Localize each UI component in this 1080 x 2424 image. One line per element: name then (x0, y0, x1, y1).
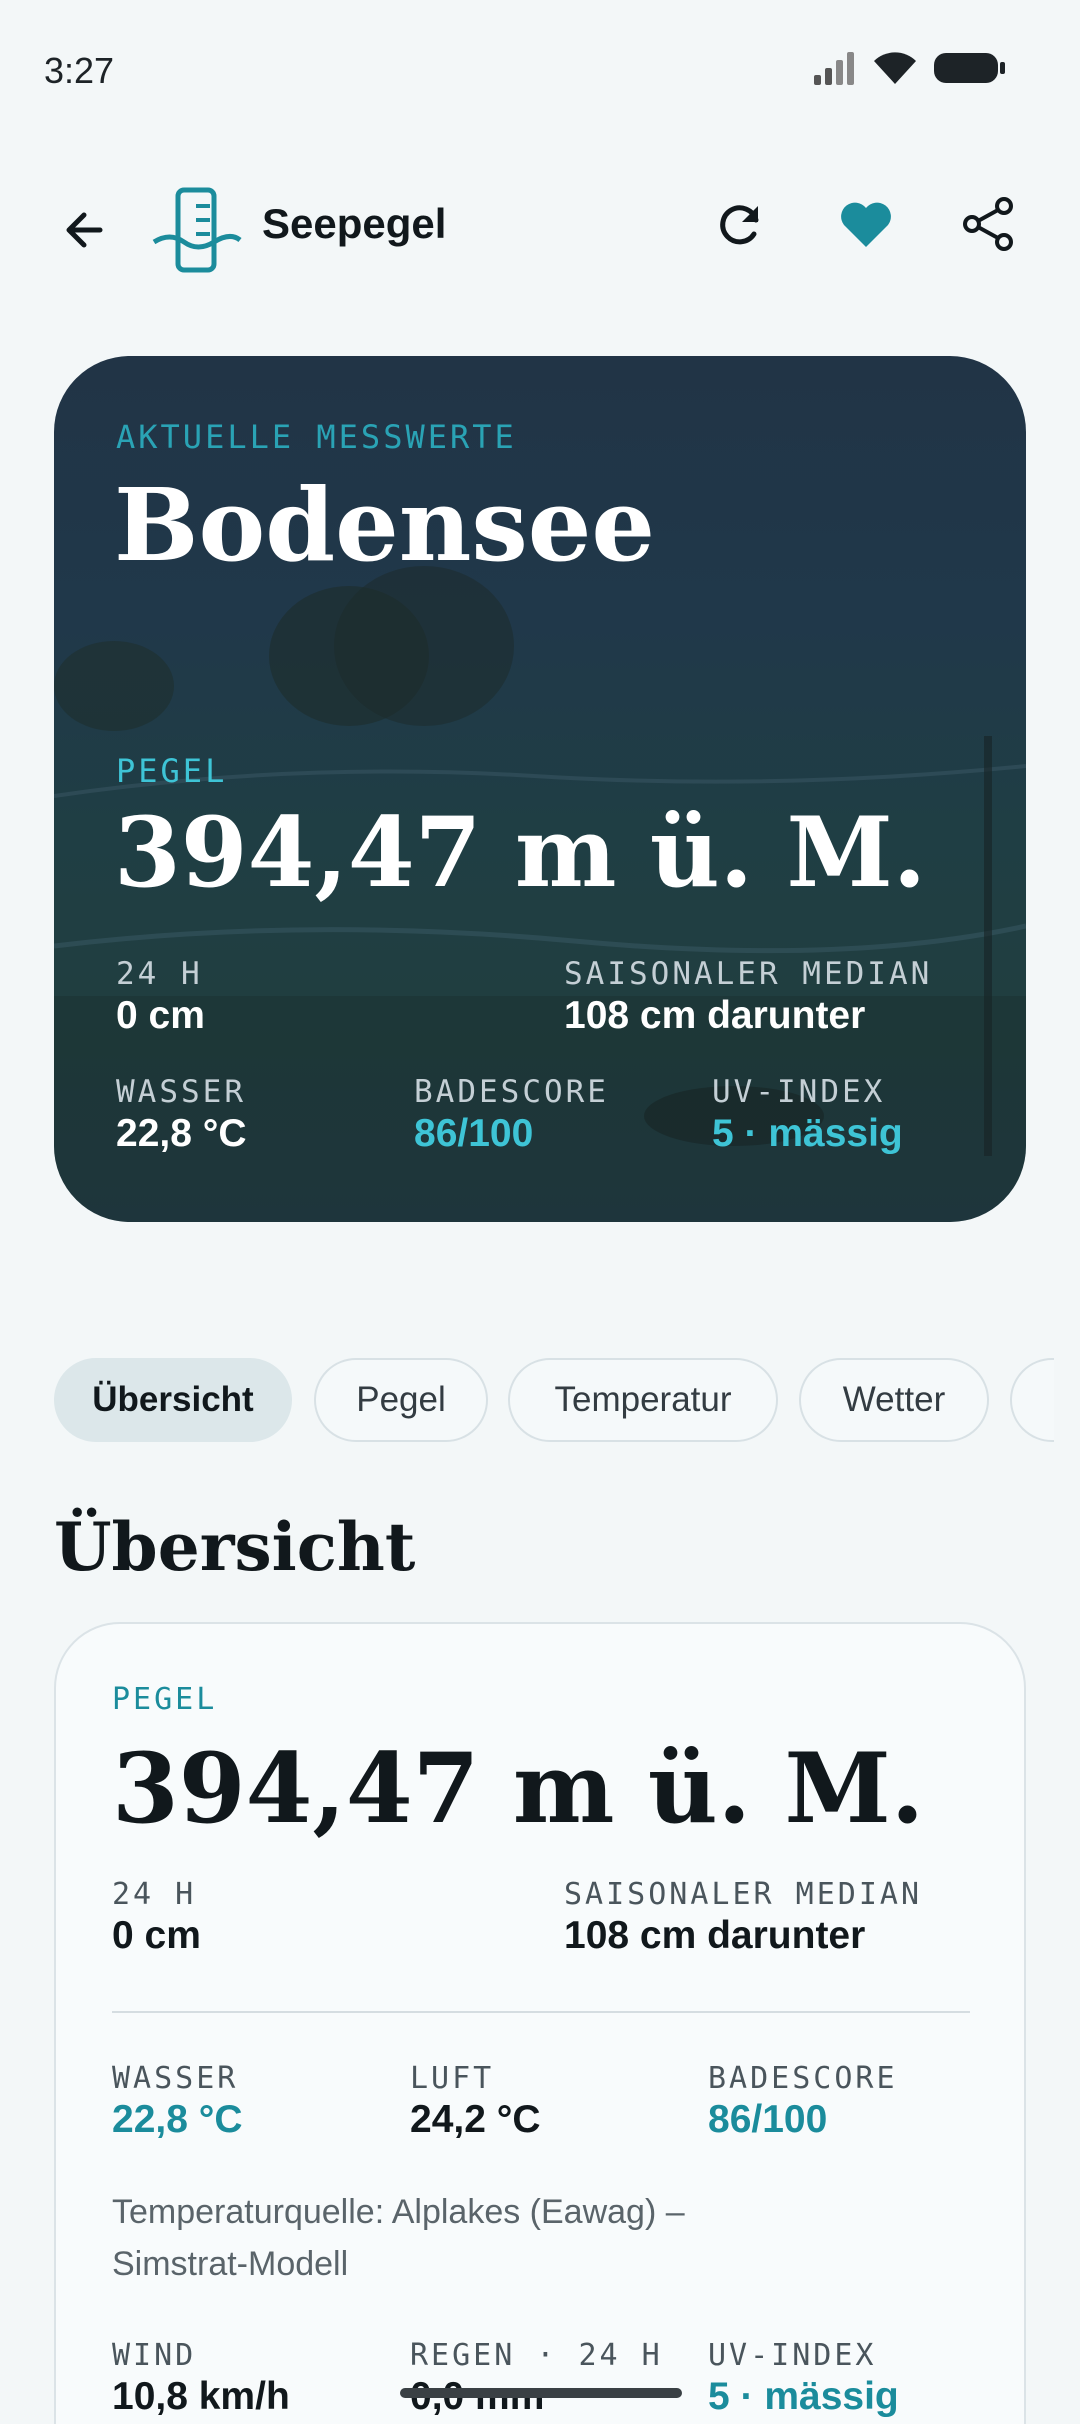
tab-temperatur[interactable]: Temperatur (508, 1358, 778, 1442)
app-title: Seepegel (262, 200, 447, 247)
hero-score-label: BADESCORE (414, 1074, 609, 1110)
tab-more[interactable] (1010, 1358, 1054, 1442)
temperature-source-note: Temperaturquelle: Alplakes (Eawag) – Sim… (112, 2193, 685, 2283)
status-bar: 3:27 (0, 0, 1080, 140)
hero-card: AKTUELLE MESSWERTE Bodensee PEGEL 394,47… (54, 356, 1026, 1222)
tab-bar: Übersicht Pegel Temperatur Wetter (54, 1358, 1054, 1444)
home-indicator[interactable] (400, 2388, 682, 2398)
app-bar: Seepegel (0, 170, 1080, 285)
wifi-icon (874, 52, 916, 84)
hero-uv-value: 5 · mässig (712, 1112, 903, 1155)
hero-score-value: 86/100 (414, 1112, 534, 1155)
ov-uv-value: 5 · mässig (708, 2375, 899, 2418)
status-icons (812, 50, 1006, 86)
hero-24h-value: 0 cm (116, 994, 205, 1037)
ov-air-value: 24,2 °C (410, 2098, 541, 2141)
ov-median-label: SAISONALER MEDIAN (564, 1877, 923, 1912)
ov-rain-label: REGEN · 24 H (410, 2338, 663, 2373)
battery-icon (934, 53, 1005, 83)
ov-wind-value: 10,8 km/h (112, 2375, 290, 2418)
hero-median-label: SAISONALER MEDIAN (564, 956, 933, 992)
ov-air-label: LUFT (410, 2061, 495, 2096)
gauge-logo-icon (152, 187, 242, 273)
tab-pegel[interactable]: Pegel (314, 1358, 488, 1442)
tab-uebersicht[interactable]: Übersicht (54, 1358, 292, 1442)
ov-pegel-label: PEGEL (112, 1682, 218, 1717)
heart-icon[interactable] (834, 192, 898, 256)
hero-pegel-label: PEGEL (116, 752, 228, 790)
hero-kicker: AKTUELLE MESSWERTE (116, 418, 517, 456)
share-icon[interactable] (958, 192, 1022, 256)
ov-score-label: BADESCORE (708, 2061, 898, 2096)
divider (112, 2011, 970, 2013)
status-time: 3:27 (44, 50, 115, 91)
hero-water-value: 22,8 °C (116, 1112, 247, 1155)
ov-24h-label: 24 H (112, 1877, 197, 1912)
ov-water-label: WASSER (112, 2061, 239, 2096)
hero-water-label: WASSER (116, 1074, 246, 1110)
ov-24h-value: 0 cm (112, 1914, 201, 1957)
refresh-icon[interactable] (708, 192, 772, 256)
ov-wind-label: WIND (112, 2338, 197, 2373)
ov-uv-label: UV-INDEX (708, 2338, 877, 2373)
back-arrow-icon[interactable] (56, 198, 120, 262)
section-title: Übersicht (54, 1508, 416, 1586)
ov-water-value: 22,8 °C (112, 2098, 243, 2141)
hero-24h-label: 24 H (116, 956, 203, 992)
hero-median-value: 108 cm darunter (564, 994, 866, 1037)
hero-uv-label: UV-INDEX (712, 1074, 886, 1110)
lake-name: Bodensee (114, 466, 656, 584)
ov-score-value: 86/100 (708, 2098, 828, 2141)
hero-pegel-value: 394,47 m ü. M. (114, 796, 927, 909)
ov-pegel-value: 394,47 m ü. M. (112, 1732, 925, 1845)
overview-card: PEGEL 394,47 m ü. M. 24 H 0 cm SAISONALE… (54, 1622, 1026, 2424)
ov-median-value: 108 cm darunter (564, 1914, 866, 1957)
tab-wetter[interactable]: Wetter (799, 1358, 989, 1442)
signal-icon (814, 52, 854, 85)
